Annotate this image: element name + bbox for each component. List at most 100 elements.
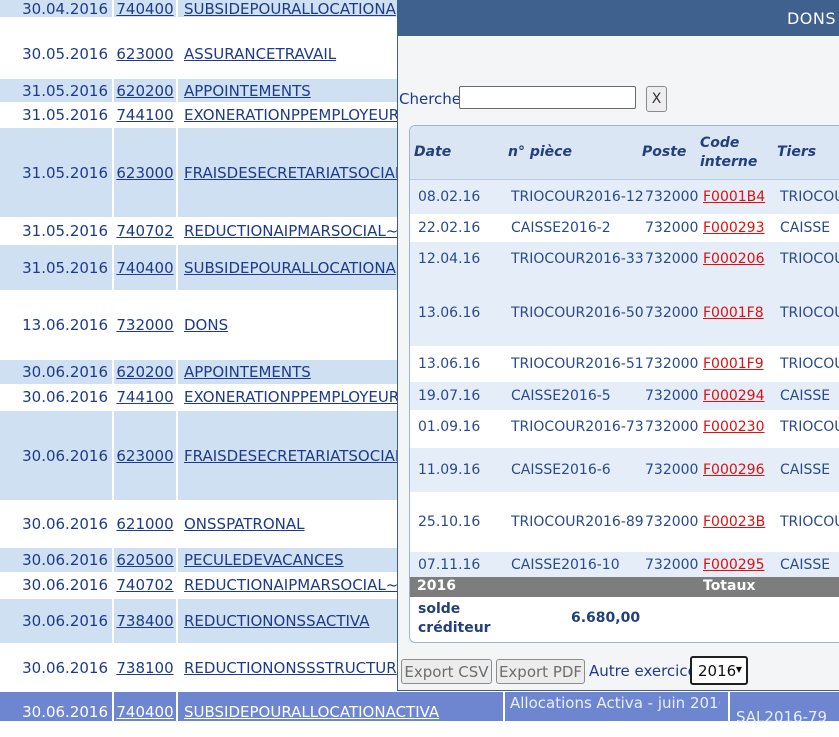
row-code-link[interactable]: F000295 <box>703 557 765 573</box>
solde-label: solde créditeur <box>418 601 491 636</box>
clear-search-button[interactable]: X <box>646 86 667 112</box>
ledger-label-link[interactable]: FRAISDESECRETARIATSOCIAL <box>184 164 403 182</box>
row-poste: 732000 <box>645 305 699 321</box>
year-select[interactable]: 2016 ▼ <box>690 656 748 685</box>
ledger-account-link[interactable]: 740400 <box>116 703 173 721</box>
export-pdf-button[interactable]: Export PDF <box>496 659 585 684</box>
col-code-line2[interactable]: interne <box>700 153 757 171</box>
ledger-date: 31.05.2016 <box>22 222 108 240</box>
ledger-label-link[interactable]: FRAISDESECRETARIATSOCIAL <box>184 447 403 465</box>
ledger-account-link[interactable]: 623000 <box>116 45 173 63</box>
ledger-label-link[interactable]: PECULEDEVACANCES <box>184 551 344 569</box>
table-header: Date n° pièce Poste Code interne Tiers <box>410 126 839 180</box>
row-tiers: CAISSE <box>780 556 831 573</box>
ledger-date: 30.06.2016 <box>22 515 108 533</box>
row-code-link[interactable]: F0001B4 <box>703 189 765 205</box>
dialog-titlebar[interactable]: DONS <box>398 0 839 36</box>
ledger-label-link[interactable]: APPOINTEMENTS <box>184 82 311 100</box>
ledger-label-link[interactable]: ONSSPATRONAL <box>184 515 304 533</box>
table-row[interactable]: 07.11.16 CAISSE2016-10 732000 F000295 CA… <box>410 552 839 577</box>
row-piece: TRIOCOUR2016-73 <box>511 419 644 435</box>
table-row[interactable]: 13.06.16 TRIOCOUR2016-50 732000 F0001F8 … <box>410 280 839 346</box>
col-date[interactable]: Date <box>414 143 451 161</box>
row-piece: CAISSE2016-6 <box>511 462 611 478</box>
ledger-account-link[interactable]: 744100 <box>116 388 173 406</box>
row-date: 12.04.16 <box>418 251 481 267</box>
ledger-label-link[interactable]: SUBSIDEPOURALLOCATIONA <box>184 0 396 17</box>
row-code-link[interactable]: F000293 <box>703 220 765 236</box>
ledger-date: 31.05.2016 <box>22 106 108 124</box>
ledger-label-link[interactable]: SUBSIDEPOURALLOCATIONACTIVA <box>184 703 439 721</box>
ledger-account-link[interactable]: 621000 <box>116 515 173 533</box>
row-code-link[interactable]: F0001F9 <box>703 356 764 372</box>
row-tiers: TRIOCOUR <box>780 305 839 321</box>
table-row[interactable]: 01.09.16 TRIOCOUR2016-73 732000 F000230 … <box>410 410 839 448</box>
ledger-piece: SAL2016-79 <box>736 708 828 726</box>
ledger-row-selected[interactable]: 30.06.2016 740400 SUBSIDEPOURALLOCATIONA… <box>0 692 839 726</box>
ledger-date: 30.06.2016 <box>22 363 108 381</box>
row-code-link[interactable]: F000294 <box>703 388 765 404</box>
ledger-account-link[interactable]: 738400 <box>116 612 173 630</box>
ledger-account-link[interactable]: 623000 <box>116 447 173 465</box>
ledger-label-link[interactable]: EXONERATIONPPEMPLOYEUR <box>184 106 399 124</box>
ledger-label-link[interactable]: APPOINTEMENTS <box>184 363 311 381</box>
ledger-date: 31.05.2016 <box>22 81 108 100</box>
row-date: 01.09.16 <box>418 419 481 435</box>
row-tiers: CAISSE <box>780 462 831 478</box>
ledger-label-link[interactable]: REDUCTIONONSSSTRUCTUR <box>184 659 397 677</box>
dropdown-arrow-icon: ▼ <box>735 665 742 674</box>
ledger-date: 31.05.2016 <box>22 163 108 182</box>
row-piece: TRIOCOUR2016-89 <box>511 514 644 530</box>
row-code-link[interactable]: F000230 <box>703 419 765 435</box>
ledger-label-link[interactable]: DONS <box>184 316 228 334</box>
row-tiers: CAISSE <box>780 220 831 236</box>
col-code-line1[interactable]: Code <box>700 134 739 152</box>
ledger-account-link[interactable]: 623000 <box>116 164 173 182</box>
ledger-date: 13.06.2016 <box>22 316 108 334</box>
ledger-account-link[interactable]: 740400 <box>116 259 173 277</box>
ledger-date: 30.06.2016 <box>22 703 108 721</box>
ledger-account-link[interactable]: 740702 <box>116 576 173 594</box>
ledger-account-link[interactable]: 620200 <box>116 82 173 100</box>
ledger-account-link[interactable]: 620500 <box>116 551 173 569</box>
search-input[interactable] <box>459 86 636 109</box>
row-code-link[interactable]: F000206 <box>703 251 765 267</box>
row-piece: TRIOCOUR2016-51 <box>511 356 644 372</box>
table-row[interactable]: 12.04.16 TRIOCOUR2016-33 732000 F000206 … <box>410 242 839 280</box>
table-row[interactable]: 25.10.16 TRIOCOUR2016-89 732000 F00023B … <box>410 492 839 552</box>
ledger-account-link[interactable]: 740400 <box>116 0 173 18</box>
table-row[interactable]: 22.02.16 CAISSE2016-2 732000 F000293 CAI… <box>410 214 839 242</box>
ledger-account-link[interactable]: 732000 <box>116 316 173 334</box>
dons-table: Date n° pièce Poste Code interne Tiers 0… <box>409 125 839 643</box>
ledger-label-link[interactable]: REDUCTIONAIPMARSOCIAL~T <box>184 576 407 594</box>
row-tiers: TRIOCOUR <box>780 419 839 435</box>
ledger-account-link[interactable]: 744100 <box>116 106 173 124</box>
row-poste: 732000 <box>645 514 699 530</box>
row-code-link[interactable]: F0001F8 <box>703 305 764 321</box>
ledger-label-link[interactable]: REDUCTIONONSSACTIVA <box>184 612 370 630</box>
row-tiers: CAISSE <box>780 388 831 404</box>
row-code-link[interactable]: F000296 <box>703 462 765 478</box>
table-row[interactable]: 08.02.16 TRIOCOUR2016-12 732000 F0001B4 … <box>410 180 839 214</box>
row-piece: CAISSE2016-2 <box>511 220 611 236</box>
row-piece: TRIOCOUR2016-50 <box>511 305 644 321</box>
ledger-account-link[interactable]: 620200 <box>116 363 173 381</box>
row-tiers: TRIOCOUR <box>780 251 839 267</box>
export-csv-button[interactable]: Export CSV <box>401 659 492 684</box>
ledger-account-link[interactable]: 738100 <box>116 659 173 677</box>
table-row[interactable]: 11.09.16 CAISSE2016-6 732000 F000296 CAI… <box>410 448 839 492</box>
col-poste[interactable]: Poste <box>642 143 686 161</box>
ledger-account-link[interactable]: 740702 <box>116 222 173 240</box>
row-poste: 732000 <box>645 462 699 478</box>
ledger-label-link[interactable]: SUBSIDEPOURALLOCATIONA <box>184 259 396 277</box>
col-tiers[interactable]: Tiers <box>777 143 816 161</box>
ledger-label-link[interactable]: ASSURANCETRAVAIL <box>184 45 336 63</box>
row-poste: 732000 <box>645 419 699 435</box>
col-piece[interactable]: n° pièce <box>508 143 572 161</box>
table-row[interactable]: 13.06.16 TRIOCOUR2016-51 732000 F0001F9 … <box>410 346 839 382</box>
ledger-label-link[interactable]: REDUCTIONAIPMARSOCIAL~T <box>184 222 407 240</box>
table-row[interactable]: 19.07.16 CAISSE2016-5 732000 F000294 CAI… <box>410 382 839 410</box>
row-piece: TRIOCOUR2016-33 <box>511 251 644 267</box>
row-code-link[interactable]: F00023B <box>703 514 765 530</box>
ledger-label-link[interactable]: EXONERATIONPPEMPLOYEUR <box>184 388 399 406</box>
